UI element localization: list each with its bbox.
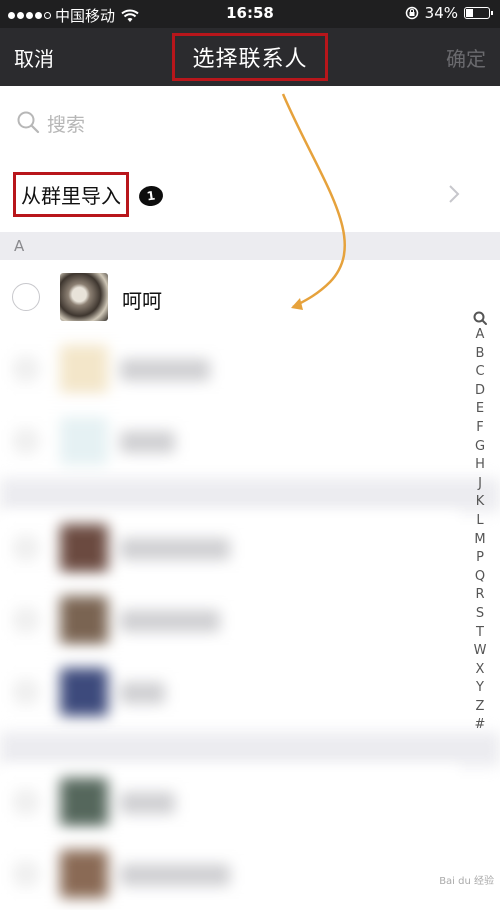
index-letter[interactable]: S	[460, 605, 500, 624]
index-search-icon[interactable]	[460, 310, 500, 326]
contact-row-blurred	[0, 584, 460, 656]
index-letter[interactable]: D	[460, 382, 500, 401]
search-icon	[17, 111, 40, 134]
index-letter[interactable]: X	[460, 661, 500, 680]
index-letter[interactable]: Z	[460, 698, 500, 717]
battery-percent: 34%	[424, 4, 458, 22]
chevron-right-icon	[449, 185, 460, 203]
index-letter[interactable]: #	[460, 716, 500, 735]
index-letter[interactable]: K	[460, 493, 500, 512]
confirm-button[interactable]: 确定	[446, 43, 486, 72]
status-right: 34%	[405, 4, 493, 22]
contact-row-blurred	[0, 838, 460, 910]
select-radio[interactable]	[12, 283, 40, 311]
index-letter[interactable]: L	[460, 512, 500, 531]
section-header-blurred	[0, 732, 500, 766]
index-letter[interactable]: J	[460, 475, 500, 494]
section-header-a: A	[0, 232, 500, 260]
import-from-group-label: 从群里导入	[21, 184, 121, 208]
section-header-blurred	[0, 478, 500, 512]
index-letter[interactable]: C	[460, 363, 500, 382]
index-letter[interactable]: E	[460, 400, 500, 419]
contact-row-blurred	[0, 405, 460, 477]
navigation-bar: 取消 选择联系人 确定	[0, 28, 500, 86]
avatar	[60, 273, 108, 321]
index-letter[interactable]: A	[460, 326, 500, 345]
contact-row-blurred	[0, 333, 460, 405]
import-from-group-highlight: 从群里导入	[13, 172, 129, 217]
page-title-text: 选择联系人	[192, 47, 308, 72]
step-badge: 1	[137, 184, 165, 208]
index-letter[interactable]: T	[460, 624, 500, 643]
index-letter-list[interactable]: A B C D E F G H J K L M P Q R S T W X Y Z #	[460, 326, 500, 735]
page-title: 选择联系人	[172, 33, 328, 81]
cancel-button[interactable]: 取消	[14, 43, 54, 72]
contact-row-blurred	[0, 656, 460, 728]
index-letter[interactable]: G	[460, 438, 500, 457]
status-bar: 中国移动 16:58 34%	[0, 0, 500, 28]
contact-name: 呵呵	[122, 289, 162, 313]
index-letter[interactable]: P	[460, 549, 500, 568]
rotation-lock-icon	[405, 6, 418, 20]
search-input[interactable]: 搜索	[47, 110, 85, 137]
index-letter[interactable]: W	[460, 642, 500, 661]
index-letter[interactable]: F	[460, 419, 500, 438]
index-letter[interactable]: M	[460, 531, 500, 550]
index-letter[interactable]: R	[460, 586, 500, 605]
battery-icon	[464, 7, 493, 19]
search-bar[interactable]: 搜索	[0, 86, 500, 159]
contact-row-blurred	[0, 766, 460, 838]
contact-row-blurred	[0, 512, 460, 584]
watermark-logo: Bai du 经验	[439, 876, 494, 887]
index-letter[interactable]: B	[460, 345, 500, 364]
section-header-label: A	[14, 237, 25, 255]
import-from-group-row[interactable]: 从群里导入 1	[0, 158, 500, 232]
index-letter[interactable]: Y	[460, 679, 500, 698]
alphabet-index[interactable]: A B C D E F G H J K L M P Q R S T W X Y Z #	[460, 310, 500, 830]
index-letter[interactable]: H	[460, 456, 500, 475]
index-letter[interactable]: Q	[460, 568, 500, 587]
contact-row[interactable]: 呵呵	[0, 261, 460, 333]
